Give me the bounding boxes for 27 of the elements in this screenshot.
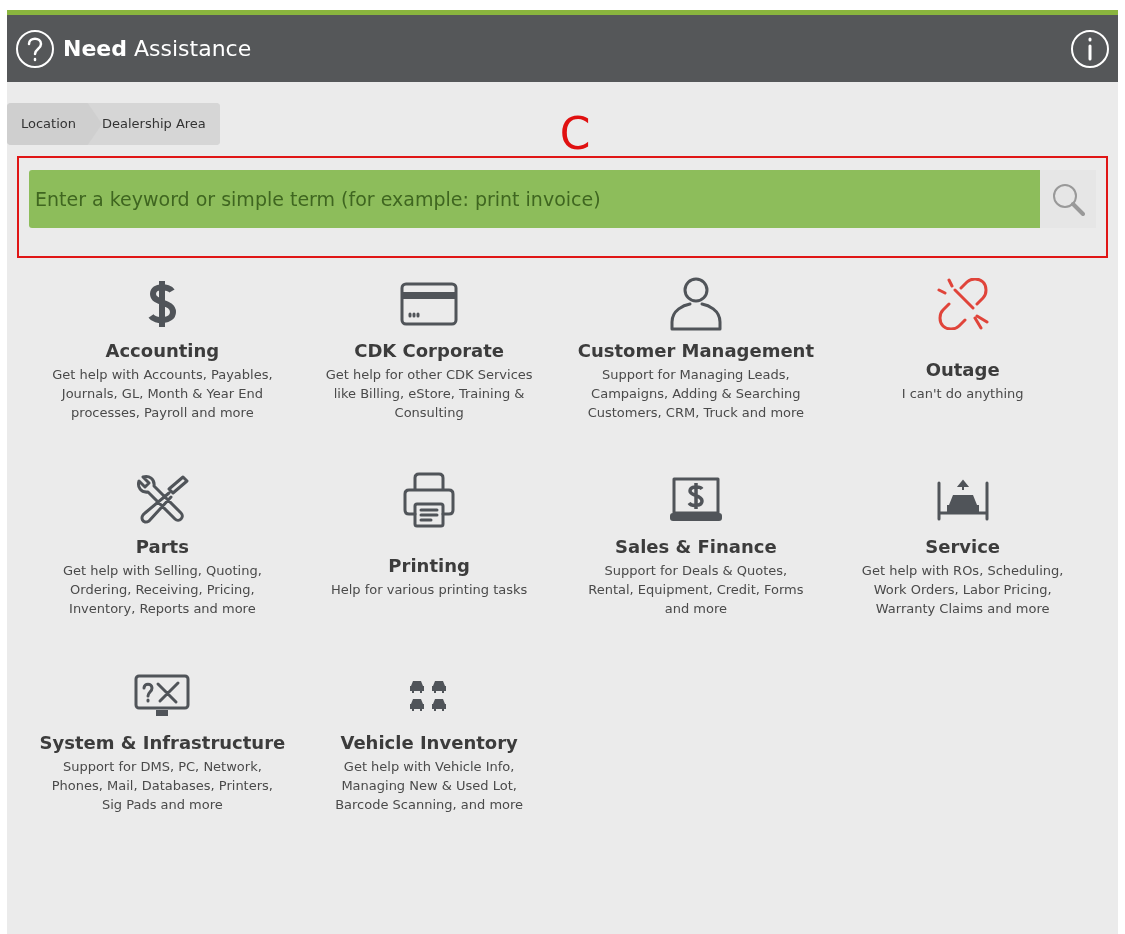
- tile-title[interactable]: Customer Management: [577, 338, 815, 363]
- tile-description: Get help with Selling, Quoting, Ordering, Receiving, Pricing, Inventory, Reports and more: [62, 561, 262, 618]
- tile-title[interactable]: Parts: [135, 534, 189, 559]
- annotation-letter: C: [559, 112, 591, 156]
- help-icon[interactable]: [15, 28, 55, 69]
- tile-description: Get help with Vehicle Info, Managing New & Used Lot, Barcode Scanning, and more: [335, 757, 524, 814]
- tile-description: Help for various printing tasks: [330, 580, 528, 599]
- tile-description: Support for DMS, PC, Network, Phones, Mail, Databases, Printers, Sig Pads and more: [51, 757, 273, 814]
- window-title: Need Assistance: [63, 35, 252, 63]
- tile-title[interactable]: Sales & Finance: [615, 534, 777, 559]
- tile-description: Support for Deals & Quotes, Rental, Equipment, Credit, Forms and more: [588, 561, 804, 618]
- tile-title[interactable]: CDK Corporate: [354, 338, 505, 363]
- tile-description: Get help for other CDK Services like Billing, eStore, Training & Consulting: [325, 365, 533, 422]
- tile-title[interactable]: System & Infrastructure: [39, 730, 286, 755]
- search-icon: [1051, 182, 1085, 216]
- breadcrumb-item[interactable]: Location: [7, 103, 102, 145]
- tile-title[interactable]: Service: [925, 534, 1001, 559]
- info-icon[interactable]: [1070, 28, 1110, 69]
- tile-description: I can't do anything: [901, 384, 1024, 403]
- tile-description: Support for Managing Leads, Campaigns, Adding & Searching Customers, CRM, Truck and more: [587, 365, 805, 422]
- tile-title[interactable]: Outage: [925, 357, 1000, 382]
- tile-title[interactable]: Vehicle Inventory: [340, 730, 518, 755]
- tile-title[interactable]: Accounting: [105, 338, 220, 363]
- tile-description: Get help with ROs, Scheduling, Work Orders, Labor Pricing, Warranty Claims and more: [861, 561, 1064, 618]
- tile-title[interactable]: Printing: [388, 553, 470, 578]
- tile-description: Get help with Accounts, Payables, Journals, GL, Month & Year End processes, Payroll and more: [52, 365, 273, 422]
- search-field[interactable]: Enter a keyword or simple term (for example: print invoice): [29, 170, 1040, 228]
